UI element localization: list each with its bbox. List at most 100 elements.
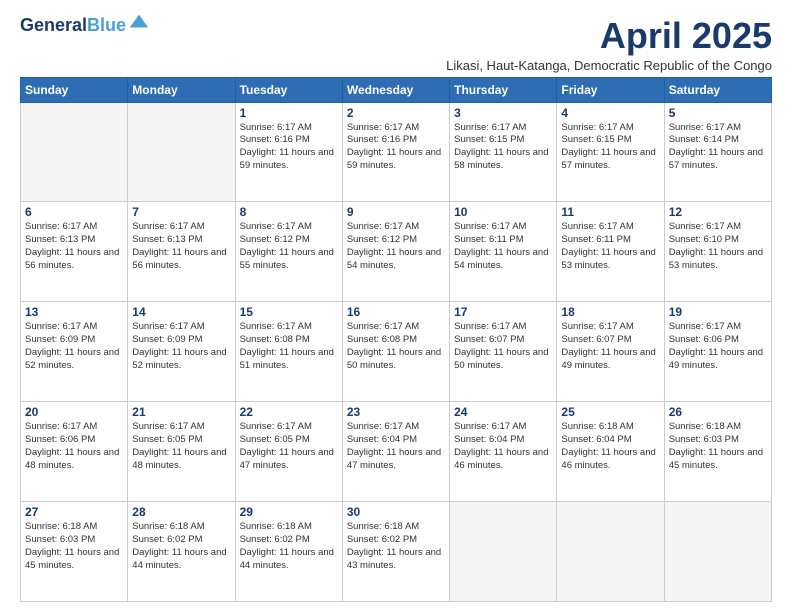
day-info: Sunrise: 6:17 AM Sunset: 6:11 PM Dayligh… — [454, 221, 552, 272]
calendar-day: 3 Sunrise: 6:17 AM Sunset: 6:15 PM Daylig… — [450, 102, 557, 202]
location-subtitle: Likasi, Haut-Katanga, Democratic Republi… — [446, 58, 772, 73]
calendar-day: 15Sunrise: 6:17 AM Sunset: 6:08 PM Dayli… — [235, 302, 342, 402]
day-info: Sunrise: 6:17 AM Sunset: 6:13 PM Dayligh… — [25, 221, 123, 272]
calendar-day: 24 Sunrise: 6:17 AM Sunset: 6:04 PM Dayli… — [450, 402, 557, 502]
day-number: 9 — [347, 205, 445, 219]
calendar-day: 1 Sunrise: 6:17 AM Sunset: 6:16 PM Daylig… — [235, 102, 342, 202]
calendar-week-4: 20 Sunrise: 6:17 AM Sunset: 6:06 PM Dayli… — [21, 402, 772, 502]
calendar-day: 9Sunrise: 6:17 AM Sunset: 6:12 PM Daylig… — [342, 202, 449, 302]
day-info: Sunrise: 6:17 AM Sunset: 6:06 PM Dayligh… — [669, 321, 767, 372]
day-number: 17 — [454, 305, 552, 319]
calendar-day — [21, 102, 128, 202]
calendar-day: 19Sunrise: 6:17 AM Sunset: 6:06 PM Dayli… — [664, 302, 771, 402]
day-info: Sunrise: 6:17 AM Sunset: 6:04 PM Dayligh… — [454, 421, 552, 472]
day-info: Sunrise: 6:17 AM Sunset: 6:05 PM Dayligh… — [240, 421, 338, 472]
day-number: 2 — [347, 106, 445, 120]
calendar-day: 12 Sunrise: 6:17 AM Sunset: 6:10 PM Dayli… — [664, 202, 771, 302]
day-info: Sunrise: 6:18 AM Sunset: 6:03 PM Dayligh… — [669, 421, 767, 472]
day-number: 20 — [25, 405, 123, 419]
calendar-week-2: 6 Sunrise: 6:17 AM Sunset: 6:13 PM Daylig… — [21, 202, 772, 302]
calendar-day: 27 Sunrise: 6:18 AM Sunset: 6:03 PM Dayli… — [21, 502, 128, 602]
day-number: 1 — [240, 106, 338, 120]
calendar-day — [128, 102, 235, 202]
calendar-day — [450, 502, 557, 602]
month-title: April 2025 — [446, 16, 772, 56]
day-number: 14 — [132, 305, 230, 319]
day-number: 3 — [454, 106, 552, 120]
calendar-day: 29 Sunrise: 6:18 AM Sunset: 6:02 PM Dayli… — [235, 502, 342, 602]
col-tuesday: Tuesday — [235, 77, 342, 102]
day-number: 7 — [132, 205, 230, 219]
day-info: Sunrise: 6:17 AM Sunset: 6:11 PM Dayligh… — [561, 221, 659, 272]
calendar-day: 22Sunrise: 6:17 AM Sunset: 6:05 PM Dayli… — [235, 402, 342, 502]
col-friday: Friday — [557, 77, 664, 102]
col-thursday: Thursday — [450, 77, 557, 102]
day-number: 24 — [454, 405, 552, 419]
calendar-day: 10 Sunrise: 6:17 AM Sunset: 6:11 PM Dayli… — [450, 202, 557, 302]
col-wednesday: Wednesday — [342, 77, 449, 102]
calendar-day: 20 Sunrise: 6:17 AM Sunset: 6:06 PM Dayli… — [21, 402, 128, 502]
day-number: 13 — [25, 305, 123, 319]
calendar-day: 25 Sunrise: 6:18 AM Sunset: 6:04 PM Dayli… — [557, 402, 664, 502]
day-number: 18 — [561, 305, 659, 319]
calendar-header-row: Sunday Monday Tuesday Wednesday Thursday… — [21, 77, 772, 102]
header: GeneralBlue April 2025 Likasi, Haut-Kata… — [20, 16, 772, 73]
day-info: Sunrise: 6:17 AM Sunset: 6:16 PM Dayligh… — [240, 122, 338, 173]
calendar-day: 30 Sunrise: 6:18 AM Sunset: 6:02 PM Dayli… — [342, 502, 449, 602]
day-info: Sunrise: 6:18 AM Sunset: 6:04 PM Dayligh… — [561, 421, 659, 472]
day-number: 30 — [347, 505, 445, 519]
day-number: 8 — [240, 205, 338, 219]
day-number: 6 — [25, 205, 123, 219]
day-info: Sunrise: 6:17 AM Sunset: 6:08 PM Dayligh… — [240, 321, 338, 372]
calendar-day: 26 Sunrise: 6:18 AM Sunset: 6:03 PM Dayli… — [664, 402, 771, 502]
day-number: 12 — [669, 205, 767, 219]
calendar-day: 13 Sunrise: 6:17 AM Sunset: 6:09 PM Dayli… — [21, 302, 128, 402]
day-number: 29 — [240, 505, 338, 519]
day-info: Sunrise: 6:17 AM Sunset: 6:06 PM Dayligh… — [25, 421, 123, 472]
day-info: Sunrise: 6:17 AM Sunset: 6:10 PM Dayligh… — [669, 221, 767, 272]
col-monday: Monday — [128, 77, 235, 102]
logo-text: GeneralBlue — [20, 16, 126, 36]
calendar-day: 21 Sunrise: 6:17 AM Sunset: 6:05 PM Dayli… — [128, 402, 235, 502]
calendar-day: 7 Sunrise: 6:17 AM Sunset: 6:13 PM Daylig… — [128, 202, 235, 302]
day-number: 23 — [347, 405, 445, 419]
calendar-week-3: 13 Sunrise: 6:17 AM Sunset: 6:09 PM Dayli… — [21, 302, 772, 402]
day-info: Sunrise: 6:18 AM Sunset: 6:02 PM Dayligh… — [240, 521, 338, 572]
day-number: 16 — [347, 305, 445, 319]
day-info: Sunrise: 6:17 AM Sunset: 6:12 PM Dayligh… — [240, 221, 338, 272]
day-number: 4 — [561, 106, 659, 120]
calendar-day: 4Sunrise: 6:17 AM Sunset: 6:15 PM Daylig… — [557, 102, 664, 202]
day-number: 21 — [132, 405, 230, 419]
day-info: Sunrise: 6:17 AM Sunset: 6:16 PM Dayligh… — [347, 122, 445, 173]
logo: GeneralBlue — [20, 16, 150, 36]
day-number: 10 — [454, 205, 552, 219]
col-sunday: Sunday — [21, 77, 128, 102]
calendar-day — [664, 502, 771, 602]
col-saturday: Saturday — [664, 77, 771, 102]
day-info: Sunrise: 6:17 AM Sunset: 6:05 PM Dayligh… — [132, 421, 230, 472]
calendar-day: 2 Sunrise: 6:17 AM Sunset: 6:16 PM Daylig… — [342, 102, 449, 202]
day-info: Sunrise: 6:17 AM Sunset: 6:13 PM Dayligh… — [132, 221, 230, 272]
calendar-day: 18 Sunrise: 6:17 AM Sunset: 6:07 PM Dayli… — [557, 302, 664, 402]
title-block: April 2025 Likasi, Haut-Katanga, Democra… — [446, 16, 772, 73]
calendar-day: 28Sunrise: 6:18 AM Sunset: 6:02 PM Dayli… — [128, 502, 235, 602]
day-number: 5 — [669, 106, 767, 120]
day-number: 26 — [669, 405, 767, 419]
day-info: Sunrise: 6:17 AM Sunset: 6:09 PM Dayligh… — [132, 321, 230, 372]
calendar-day: 16 Sunrise: 6:17 AM Sunset: 6:08 PM Dayli… — [342, 302, 449, 402]
calendar-week-1: 1 Sunrise: 6:17 AM Sunset: 6:16 PM Daylig… — [21, 102, 772, 202]
day-info: Sunrise: 6:17 AM Sunset: 6:14 PM Dayligh… — [669, 122, 767, 173]
calendar-day: 11Sunrise: 6:17 AM Sunset: 6:11 PM Dayli… — [557, 202, 664, 302]
day-info: Sunrise: 6:17 AM Sunset: 6:08 PM Dayligh… — [347, 321, 445, 372]
day-info: Sunrise: 6:17 AM Sunset: 6:15 PM Dayligh… — [454, 122, 552, 173]
day-number: 25 — [561, 405, 659, 419]
calendar-day: 14 Sunrise: 6:17 AM Sunset: 6:09 PM Dayli… — [128, 302, 235, 402]
calendar-day: 23Sunrise: 6:17 AM Sunset: 6:04 PM Dayli… — [342, 402, 449, 502]
day-info: Sunrise: 6:18 AM Sunset: 6:03 PM Dayligh… — [25, 521, 123, 572]
day-number: 27 — [25, 505, 123, 519]
day-info: Sunrise: 6:17 AM Sunset: 6:09 PM Dayligh… — [25, 321, 123, 372]
day-info: Sunrise: 6:18 AM Sunset: 6:02 PM Dayligh… — [132, 521, 230, 572]
day-info: Sunrise: 6:18 AM Sunset: 6:02 PM Dayligh… — [347, 521, 445, 572]
page: GeneralBlue April 2025 Likasi, Haut-Kata… — [0, 0, 792, 612]
day-info: Sunrise: 6:17 AM Sunset: 6:07 PM Dayligh… — [561, 321, 659, 372]
